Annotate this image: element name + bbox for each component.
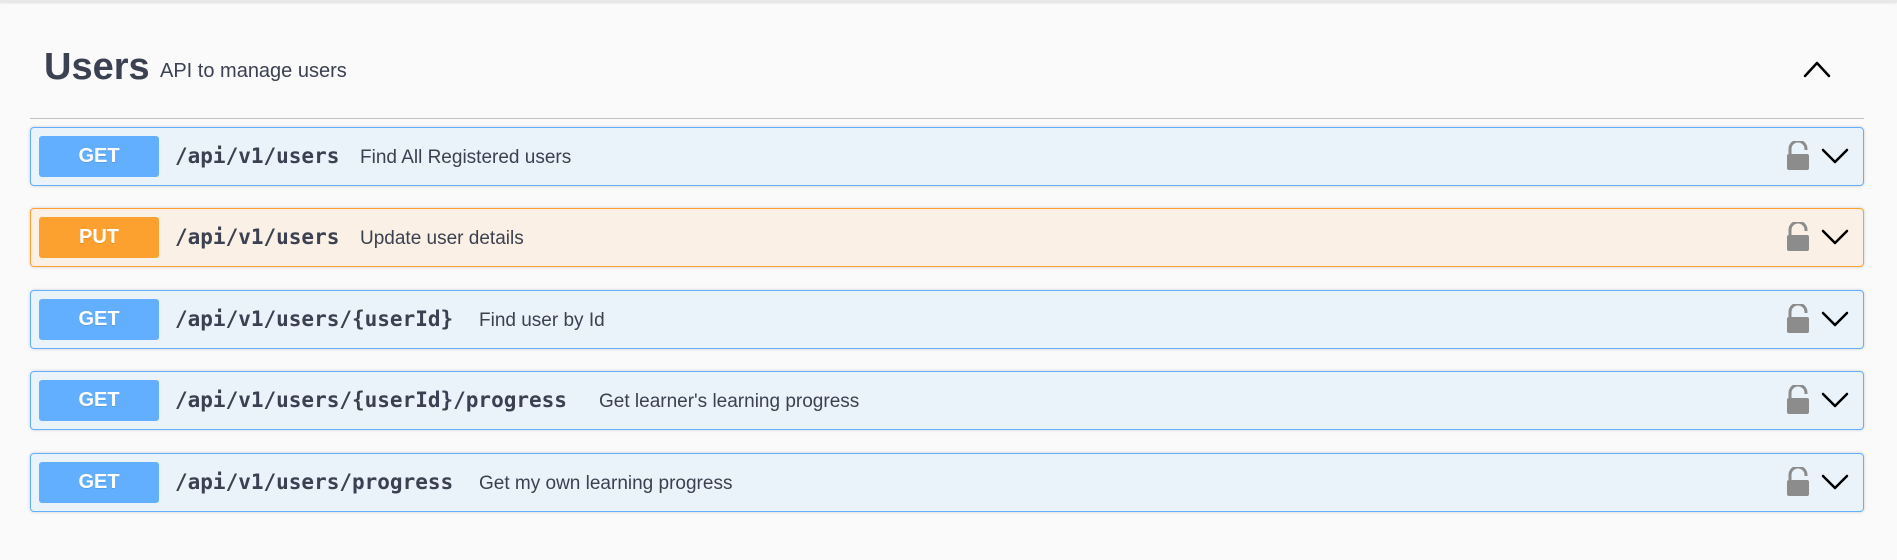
chevron-down-icon[interactable] (1821, 308, 1849, 330)
operation-get-my-progress[interactable]: GET /api/v1/users/progress Get my own le… (30, 453, 1864, 512)
method-badge: GET (39, 136, 159, 177)
method-badge: PUT (39, 217, 159, 258)
operation-get-users[interactable]: GET /api/v1/users Find All Registered us… (30, 127, 1864, 186)
endpoint-summary: Find user by Id (479, 310, 605, 331)
endpoint-path: /api/v1/users (175, 144, 340, 168)
chevron-down-icon[interactable] (1821, 471, 1849, 493)
swagger-page: Users API to manage users GET /api/v1/us… (0, 0, 1897, 560)
lock-icon[interactable] (1785, 220, 1811, 252)
operation-get-user-progress[interactable]: GET /api/v1/users/{userId}/progress Get … (30, 371, 1864, 430)
endpoint-path: /api/v1/users/progress (175, 470, 454, 494)
operation-put-users[interactable]: PUT /api/v1/users Update user details (30, 208, 1864, 267)
section-description: API to manage users (160, 60, 347, 82)
chevron-up-icon[interactable] (1800, 52, 1834, 86)
chevron-down-icon[interactable] (1821, 145, 1849, 167)
lock-icon[interactable] (1785, 465, 1811, 497)
endpoint-summary: Get learner's learning progress (599, 391, 860, 412)
users-section-header[interactable]: Users API to manage users (30, 30, 1864, 119)
method-badge: GET (39, 380, 159, 421)
endpoint-path: /api/v1/users/{userId} (175, 307, 454, 331)
endpoint-summary: Get my own learning progress (479, 473, 733, 494)
method-badge: GET (39, 299, 159, 340)
endpoint-summary: Update user details (360, 228, 524, 249)
method-badge: GET (39, 462, 159, 503)
endpoint-path: /api/v1/users (175, 225, 340, 249)
chevron-down-icon[interactable] (1821, 226, 1849, 248)
section-title: Users (44, 46, 150, 88)
operation-get-user-by-id[interactable]: GET /api/v1/users/{userId} Find user by … (30, 290, 1864, 349)
endpoint-path: /api/v1/users/{userId}/progress (175, 388, 567, 412)
lock-icon[interactable] (1785, 139, 1811, 171)
lock-icon[interactable] (1785, 383, 1811, 415)
endpoint-summary: Find All Registered users (360, 147, 572, 168)
chevron-down-icon[interactable] (1821, 389, 1849, 411)
lock-icon[interactable] (1785, 302, 1811, 334)
